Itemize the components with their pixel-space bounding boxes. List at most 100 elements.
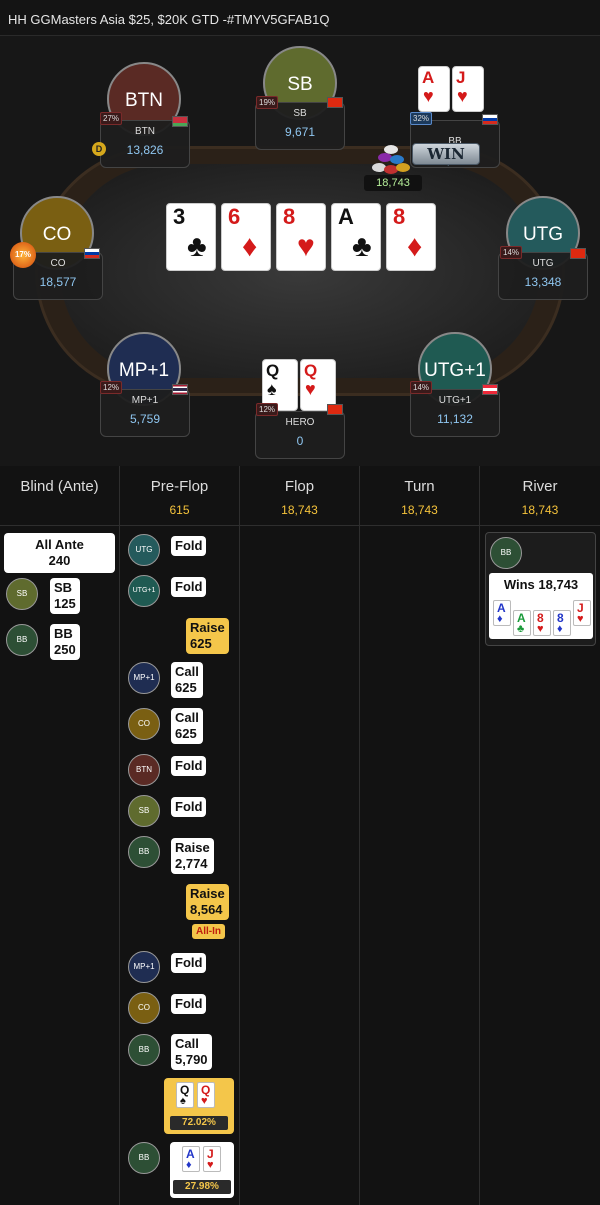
- hero-equity: 72.02%: [170, 1116, 228, 1130]
- street-name: Turn: [404, 478, 435, 495]
- btn-name: BTN: [135, 126, 155, 137]
- btn-seat[interactable]: BTN 13,826: [100, 120, 190, 168]
- action-label: Raise: [190, 620, 225, 635]
- utg1-flag-icon: [482, 384, 498, 395]
- poker-table: BTN BTN13,826 27% D SB SB9,671 19% BB1,2…: [0, 36, 600, 466]
- table-pot: 18,743: [364, 175, 422, 191]
- hero-showdown-box: Q ♠ Q ♥ 72.02%: [164, 1078, 234, 1134]
- river-result-panel: BB Wins 18,743 A ♦ A ♣ 8 ♥ 8 ♦ J ♥: [485, 532, 596, 646]
- street-header-blinds[interactable]: Blind (Ante): [0, 466, 119, 526]
- board-card-4-rank: A: [338, 204, 354, 229]
- street-column-flop: Flop 18,743: [240, 466, 360, 1205]
- action-label: Raise: [190, 886, 225, 901]
- winner-text: Wins 18,743: [503, 577, 579, 592]
- board-card-5: 8 ♦: [386, 203, 436, 271]
- action-amount: 625: [190, 636, 212, 651]
- ante-label: All Ante: [35, 537, 84, 552]
- heart-suit-icon: ♥: [537, 623, 544, 635]
- action-bubble: Fold: [171, 953, 207, 973]
- hero-seat[interactable]: HERO 0: [255, 411, 345, 459]
- board-card-3-rank: 8: [283, 204, 296, 229]
- utg-name: UTG: [532, 258, 554, 269]
- street-column-river: River 18,743 BB Wins 18,743 A ♦ A ♣ 8 ♥ 8 ♦ J…: [480, 466, 600, 1205]
- mp1-avatar-label: MP+1: [118, 360, 170, 381]
- utg-chip: UTG: [128, 534, 160, 566]
- street-name: Pre-Flop: [150, 478, 209, 495]
- sb-pct: 19%: [256, 96, 279, 109]
- street-header-flop[interactable]: Flop 18,743: [240, 466, 359, 526]
- btn-chip: BTN: [128, 754, 160, 786]
- street-name: Blind (Ante): [20, 478, 99, 495]
- utg1-name: UTG+1: [438, 395, 472, 406]
- sb-blind-bubble: SB 125: [50, 578, 80, 614]
- street-header-river[interactable]: River 18,743: [480, 466, 600, 526]
- street-pot: 615: [169, 503, 190, 517]
- utg-stack: 13,348: [524, 275, 562, 289]
- action-label: Call: [175, 710, 199, 725]
- street-column-turn: Turn 18,743: [360, 466, 480, 1205]
- action-label: Call: [175, 664, 199, 679]
- hero-stack: 0: [296, 434, 304, 448]
- bb-chip: BB: [128, 1142, 160, 1174]
- bb-blind-label: BB: [54, 626, 73, 641]
- mp1-chip: MP+1: [128, 951, 160, 983]
- btn-stack: 13,826: [126, 143, 164, 157]
- winning-hand-card-2: A ♣: [513, 610, 531, 636]
- action-bubble: Fold: [171, 536, 207, 556]
- chip-icon: [390, 155, 404, 164]
- heart-suit-icon: ♥: [457, 86, 468, 106]
- bb-blind-bubble: BB 250: [50, 624, 80, 660]
- mp1-stack: 5,759: [129, 412, 161, 426]
- heart-suit-icon: ♥: [423, 86, 434, 106]
- winning-hand-card-3: 8 ♥: [533, 610, 551, 636]
- co-pct: 17%: [10, 242, 36, 268]
- board-card-4: A ♣: [331, 203, 381, 271]
- heart-suit-icon: ♥: [577, 613, 584, 625]
- diamond-suit-icon: ♦: [407, 230, 423, 263]
- bb-chip: BB: [128, 1034, 160, 1066]
- street-header-preflop[interactable]: Pre-Flop 615: [120, 466, 239, 526]
- bb-showdown-box: A ♦ J ♥ 27.98%: [170, 1142, 234, 1198]
- action-label: Call: [175, 1036, 199, 1051]
- heart-suit-icon: ♥: [207, 1159, 214, 1171]
- sb-blind-label: SB: [54, 580, 73, 595]
- club-suit-icon: ♣: [187, 230, 207, 263]
- btn-flag-icon: [172, 116, 188, 127]
- street-header-turn[interactable]: Turn 18,743: [360, 466, 479, 526]
- co-chip: CO: [128, 992, 160, 1024]
- utg-seat[interactable]: UTG 13,348: [498, 252, 588, 300]
- chip-icon: [396, 163, 410, 172]
- sb-chip: SB: [128, 795, 160, 827]
- spade-suit-icon: ♠: [267, 379, 277, 399]
- bb-chip: BB: [490, 537, 522, 569]
- bb-showdown-card-2: J ♥: [203, 1146, 221, 1172]
- action-bubble: Fold: [171, 756, 207, 776]
- bb-blind-amount: 250: [54, 642, 76, 657]
- street-name: Flop: [284, 478, 315, 495]
- co-stack: 18,577: [39, 275, 77, 289]
- hand-title: HH GGMasters Asia $25, $20K GTD -#TMYV5G…: [0, 0, 600, 36]
- utg1-pct: 14%: [410, 381, 433, 394]
- sb-blind-amount: 125: [54, 596, 76, 611]
- utg1-chip: UTG+1: [128, 575, 160, 607]
- winner-box: Wins 18,743 A ♦ A ♣ 8 ♥ 8 ♦ J ♥: [489, 573, 593, 639]
- heart-suit-icon: ♥: [305, 379, 316, 399]
- hero-pct: 12%: [256, 403, 279, 416]
- co-flag-icon: [84, 248, 100, 259]
- bb-hole-card-1-rank: A: [422, 68, 435, 87]
- hero-flag-icon: [327, 404, 343, 415]
- diamond-suit-icon: ♦: [186, 1159, 192, 1171]
- hero-raise-bubble: Raise 625: [186, 618, 229, 654]
- winning-hand-card-4: 8 ♦: [553, 610, 571, 636]
- action-amount: 625: [175, 680, 197, 695]
- bb-hole-card-1: A ♥: [418, 66, 450, 112]
- board-card-3: 8 ♥: [276, 203, 326, 271]
- mp1-seat[interactable]: MP+1 5,759: [100, 389, 190, 437]
- mp1-flag-icon: [172, 384, 188, 395]
- street-pot: 18,743: [521, 503, 559, 517]
- utg1-seat[interactable]: UTG+1 11,132: [410, 389, 500, 437]
- btn-pct: 27%: [100, 112, 123, 125]
- street-column-preflop: Pre-Flop 615 UTG Fold UTG+1 Fold Raise 625…: [120, 466, 240, 1205]
- sb-seat[interactable]: SB 9,671: [255, 102, 345, 150]
- heart-suit-icon: ♥: [297, 230, 315, 263]
